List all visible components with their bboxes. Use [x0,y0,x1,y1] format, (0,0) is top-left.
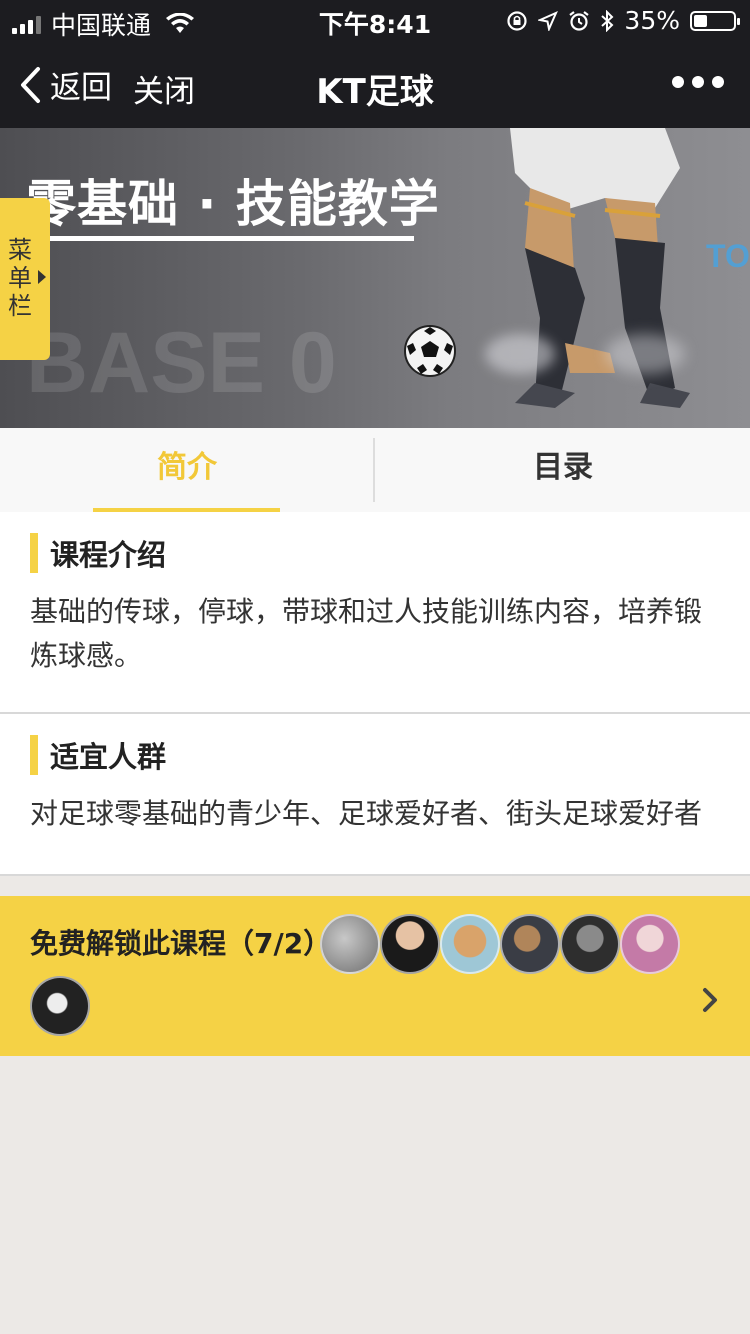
battery-fill [694,14,707,27]
banner-watermark: BASE 0 [26,315,337,411]
chevron-right-icon[interactable] [700,986,720,1014]
menu-drawer-tab[interactable]: 菜单栏 [0,198,50,360]
avatar [380,914,440,974]
tab-intro[interactable]: 简介 [0,428,374,512]
motion-blur [605,334,685,374]
tab-bar: 简介 目录 [0,428,750,512]
free-unlock-banner[interactable]: 免费解锁此课程（7/2） [0,896,750,1056]
status-right: 35% [506,6,740,35]
dot-icon [692,76,704,88]
avatar [320,914,380,974]
motion-blur [485,334,555,374]
section-audience: 适宜人群 对足球零基础的青少年、足球爱好者、街头足球爱好者 [0,714,750,874]
chevron-left-icon [21,66,40,103]
more-options-button[interactable] [672,76,724,88]
section-divider [0,874,750,876]
battery-icon [690,10,740,31]
battery-percent: 35% [624,6,680,35]
location-icon [538,10,559,31]
section-body: 基础的传球，停球，带球和过人技能训练内容，培养锻炼球感。 [30,595,703,672]
rotation-lock-icon [507,10,528,31]
avatar [560,914,620,974]
alarm-icon [569,10,590,31]
page-title: KT足球 [316,72,434,112]
avatar [620,914,680,974]
avatar [440,914,500,974]
menu-tab-label: 菜单栏 [8,236,32,320]
dot-icon [712,76,724,88]
dot-icon [672,76,684,88]
avatar [30,976,90,1036]
course-banner: TOI BASE 0 零基础 · 技能教学 [0,128,750,428]
close-button[interactable]: 关闭 [133,66,195,111]
nav-bar: 返回 关闭 KT足球 [0,40,750,128]
section-header: 课程介绍 [30,532,166,574]
caret-right-icon [38,270,46,284]
section-title: 适宜人群 [50,740,167,774]
avatar [500,914,560,974]
back-label: 返回 [50,70,112,106]
status-bar: 中国联通 下午8:41 35% [0,0,750,40]
players-illustration [510,128,690,408]
banner-title: 零基础 · 技能教学 [26,175,440,233]
tab-divider [373,438,375,502]
soccer-ball-icon [404,325,456,377]
bluetooth-icon [601,9,614,32]
section-accent-bar [30,533,38,573]
section-header: 适宜人群 [30,734,166,776]
section-accent-bar [30,735,38,775]
brand-logo: TOI [706,238,750,274]
unlock-label: 免费解锁此课程（7/2） [30,927,332,960]
back-button[interactable]: 返回 [18,62,112,107]
section-body: 对足球零基础的青少年、足球爱好者、街头足球爱好者 [30,797,703,830]
section-course-intro: 课程介绍 基础的传球，停球，带球和过人技能训练内容，培养锻炼球感。 [0,512,750,712]
section-title: 课程介绍 [50,538,167,572]
banner-underline [24,236,414,241]
tab-catalog[interactable]: 目录 [376,428,750,512]
